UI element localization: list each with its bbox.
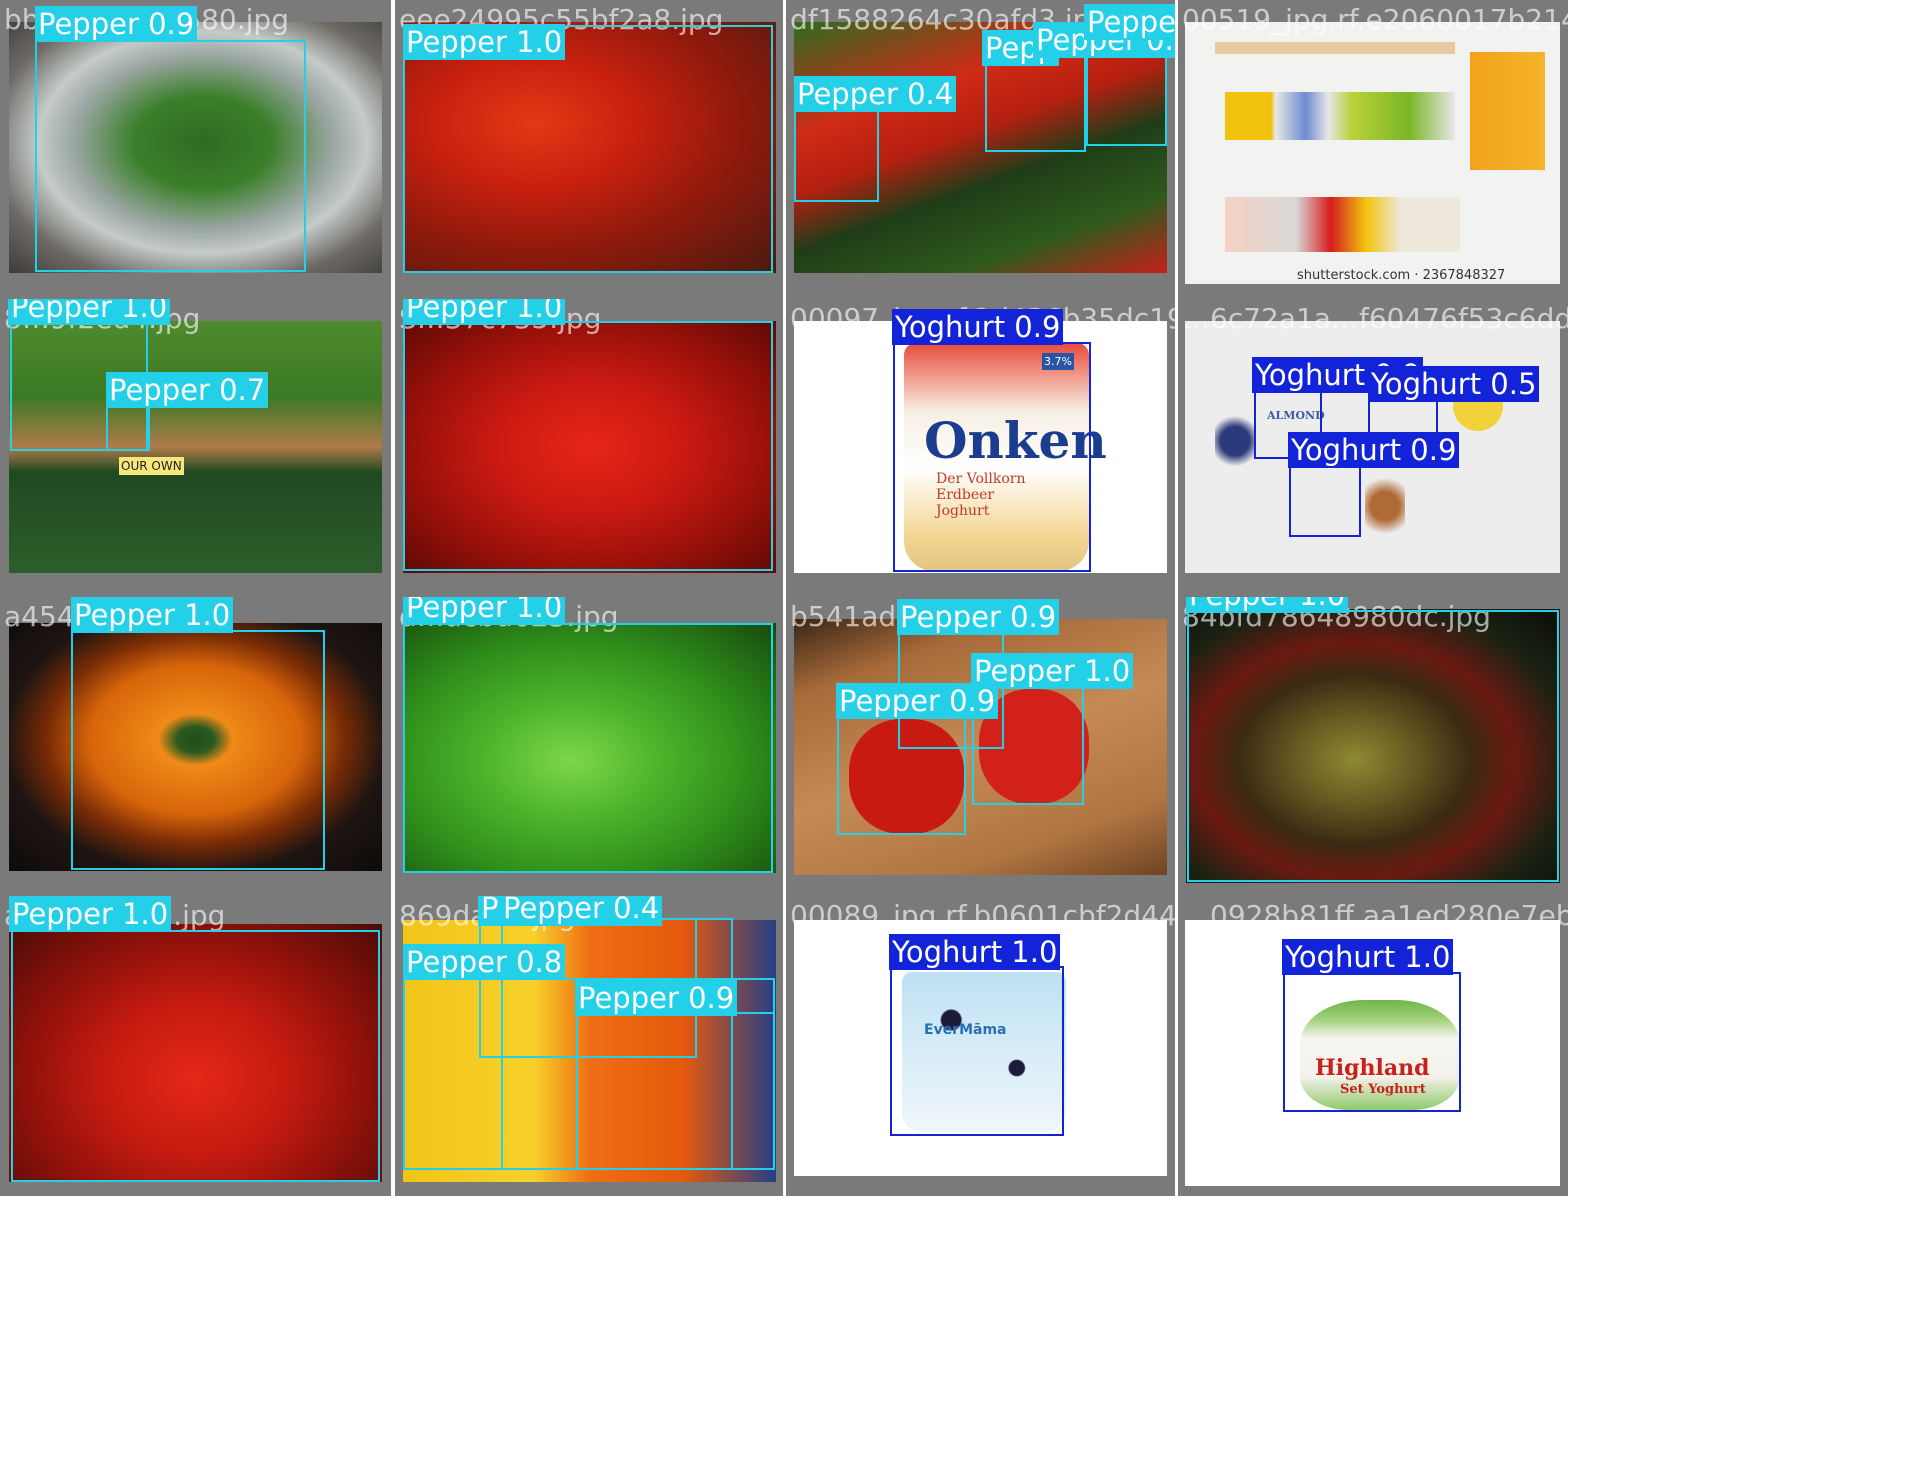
bbox-label: Yoghurt 0.5: [1368, 366, 1540, 402]
fridge-shelf-top: [1215, 42, 1455, 54]
tile-0: bb…7a…16a580.jpg Pepper 0.9: [0, 0, 391, 299]
stall-sign: OUR OWN: [119, 457, 184, 475]
bbox-label: Pepper 1.0: [8, 299, 171, 325]
bbox-yoghurt[interactable]: [893, 342, 1091, 572]
bbox-label: Yoghurt 1.0: [1282, 939, 1454, 975]
bbox-pepper[interactable]: [576, 1012, 775, 1170]
bbox-label: Pepper 0.8: [1084, 4, 1175, 40]
bbox-pepper[interactable]: [35, 40, 306, 272]
fridge-bottom-shelf: [1225, 197, 1460, 252]
tile-1: eee24995c55bf2a8.jpg Pepper 1.0: [395, 0, 783, 299]
almonds: [1365, 471, 1405, 541]
tile-4: OUR OWN 8…9f2ed4.jpg Pepper 1.0 Pepper 0…: [0, 299, 391, 597]
tile-15: Highland Set Yoghurt …0928b81ff.aa1ed280…: [1178, 896, 1568, 1196]
bbox-label: Pepper 1.0: [1186, 597, 1349, 613]
bbox-yoghurt[interactable]: [890, 966, 1064, 1136]
bbox-pepper[interactable]: [794, 108, 879, 202]
bbox-label: Pepper 0.9: [897, 599, 1060, 635]
bbox-pepper[interactable]: [11, 930, 380, 1182]
bbox-label: Pepper 0.9: [836, 683, 999, 719]
bbox-label: Pepper 0.4: [794, 76, 957, 112]
bbox-label: Yoghurt 0.9: [892, 309, 1064, 345]
tile-11: 84bfd78648980dc.jpg Pepper 1.0: [1178, 597, 1568, 896]
blueberries: [1215, 411, 1255, 471]
tile-13: 869dae…jpg P Pepper 0.4 Pepper 0.8 Peppe…: [395, 896, 783, 1196]
bbox-label: Pepper 1.0: [71, 597, 234, 633]
bbox-label: Pepper 1.0: [9, 896, 172, 932]
bbox-label: Pepper 0.7: [106, 372, 269, 408]
bbox-label: Pepper 0.4: [500, 896, 663, 926]
tile-10: b541ad3…jpg Pepper 0.9 Pepper 1.0 Pepper…: [786, 597, 1175, 896]
bbox-pepper[interactable]: [403, 321, 773, 571]
bbox-pepper[interactable]: [403, 25, 773, 273]
tile-6: Onken Der Vollkorn Erdbeer Joghurt 3.7% …: [786, 299, 1175, 597]
tile-7: ALMOND …6c72a1a…f60476f53c6dda011… Yoghu…: [1178, 299, 1568, 597]
bbox-pepper[interactable]: [985, 54, 1086, 152]
photo-fridge-shelves: shutterstock.com · 2367848327: [1185, 22, 1560, 284]
tile-3: shutterstock.com · 2367848327 00519_jpg.…: [1178, 0, 1568, 299]
bbox-pepper[interactable]: [106, 404, 150, 451]
tile-2: df1588264c30afd3.jpg Pepper 0.4 Pepp Pep…: [786, 0, 1175, 299]
tile-12: a…957ab09.jpg Pepper 1.0: [0, 896, 391, 1196]
bbox-label: Pepper 0.9: [575, 980, 738, 1016]
prediction-grid: bb…7a…16a580.jpg Pepper 0.9 eee24995c55b…: [0, 0, 1920, 1464]
bbox-label: Pepper 0.9: [35, 6, 198, 42]
bbox-pepper[interactable]: [1086, 54, 1167, 146]
bbox-label: Pepper 0.8: [403, 944, 566, 980]
tile-8: a454d…a15.jpg Pepper 1.0: [0, 597, 391, 896]
bbox-pepper[interactable]: [1187, 610, 1559, 882]
tile-5: S…37c735.jpg Pepper 1.0: [395, 299, 783, 597]
bbox-label: Pepper 1.0: [403, 597, 566, 625]
bbox-yoghurt[interactable]: [1283, 972, 1461, 1112]
fridge-fruit-shelf: [1225, 92, 1455, 140]
bbox-pepper[interactable]: [403, 623, 773, 873]
bbox-label: Pepper 1.0: [403, 24, 566, 60]
tile-14: EverMāma 00089_jpg.rf.b0601cbf2d44856ae0…: [786, 896, 1175, 1196]
bbox-label: Yoghurt 1.0: [889, 934, 1061, 970]
bbox-yoghurt[interactable]: [1289, 465, 1361, 537]
bbox-pepper[interactable]: [837, 715, 966, 835]
juice-bottles: [1470, 52, 1545, 170]
tile-9: d…acbd623.jpg Pepper 1.0: [395, 597, 783, 896]
bbox-label: Yoghurt 0.9: [1288, 432, 1460, 468]
bbox-label: P: [478, 896, 502, 926]
bbox-pepper[interactable]: [71, 630, 325, 870]
watermark: shutterstock.com · 2367848327: [1297, 268, 1506, 283]
bbox-label: Pepper 1.0: [403, 299, 566, 325]
